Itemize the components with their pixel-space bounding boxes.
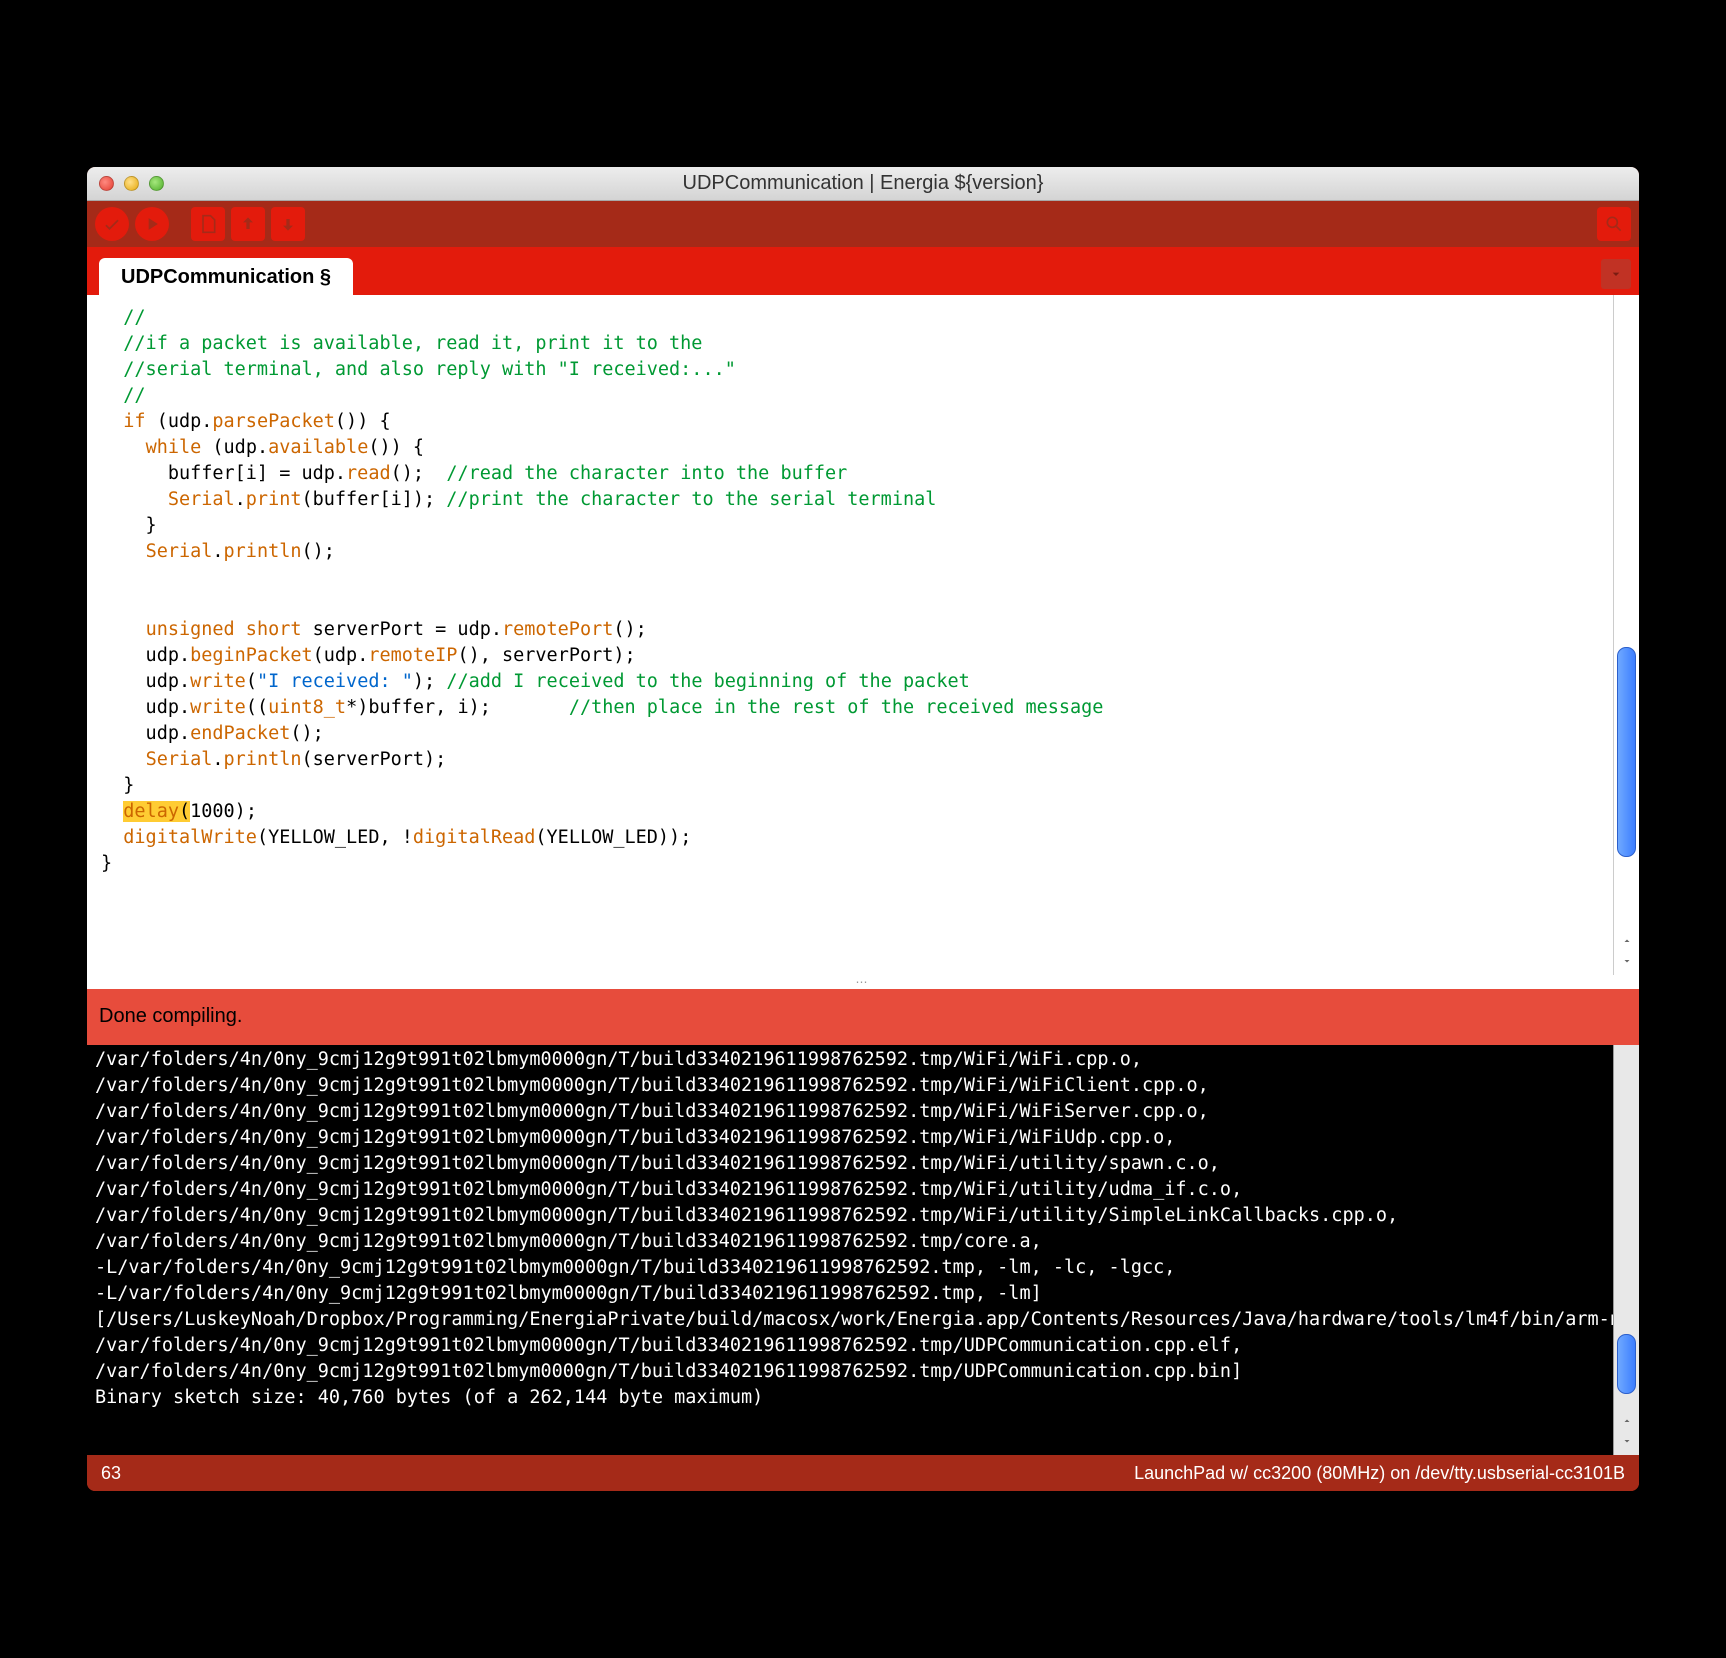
scroll-down-icon[interactable] (1614, 955, 1639, 975)
scroll-up-icon[interactable] (1614, 935, 1639, 955)
window-title: UDPCommunication | Energia ${version} (87, 172, 1639, 195)
arrow-right-icon (142, 214, 162, 234)
window-minimize-button[interactable] (124, 176, 139, 191)
toolbar (87, 201, 1639, 247)
console-output[interactable]: /var/folders/4n/0ny_9cmj12g9t991t02lbmym… (87, 1045, 1613, 1455)
file-icon (198, 214, 218, 234)
compile-status: Done compiling. (87, 989, 1639, 1045)
arrow-down-icon (278, 214, 298, 234)
tab-menu-button[interactable] (1601, 259, 1631, 289)
search-icon (1604, 214, 1624, 234)
splitter-handle[interactable]: ⋯ (87, 975, 1639, 989)
scroll-up-icon[interactable] (1614, 1415, 1639, 1435)
app-window: UDPCommunication | Energia ${version} (87, 167, 1639, 1491)
chevron-down-icon (1608, 266, 1624, 282)
save-button[interactable] (271, 207, 305, 241)
verify-button[interactable] (95, 207, 129, 241)
upload-button[interactable] (135, 207, 169, 241)
window-close-button[interactable] (99, 176, 114, 191)
serial-monitor-button[interactable] (1597, 207, 1631, 241)
check-icon (102, 214, 122, 234)
code-editor[interactable]: // //if a packet is available, read it, … (87, 295, 1613, 975)
tab-bar: UDPCommunication § (87, 247, 1639, 295)
window-zoom-button[interactable] (149, 176, 164, 191)
arrow-up-icon (238, 214, 258, 234)
console-scrollbar[interactable] (1613, 1045, 1639, 1455)
new-button[interactable] (191, 207, 225, 241)
line-number: 63 (101, 1463, 121, 1484)
board-info: LaunchPad w/ cc3200 (80MHz) on /dev/tty.… (1134, 1463, 1625, 1484)
scroll-down-icon[interactable] (1614, 1435, 1639, 1455)
editor-scrollbar[interactable] (1613, 295, 1639, 975)
open-button[interactable] (231, 207, 265, 241)
tab-udpcommunication[interactable]: UDPCommunication § (99, 258, 353, 295)
titlebar: UDPCommunication | Energia ${version} (87, 167, 1639, 201)
footer-bar: 63 LaunchPad w/ cc3200 (80MHz) on /dev/t… (87, 1455, 1639, 1491)
